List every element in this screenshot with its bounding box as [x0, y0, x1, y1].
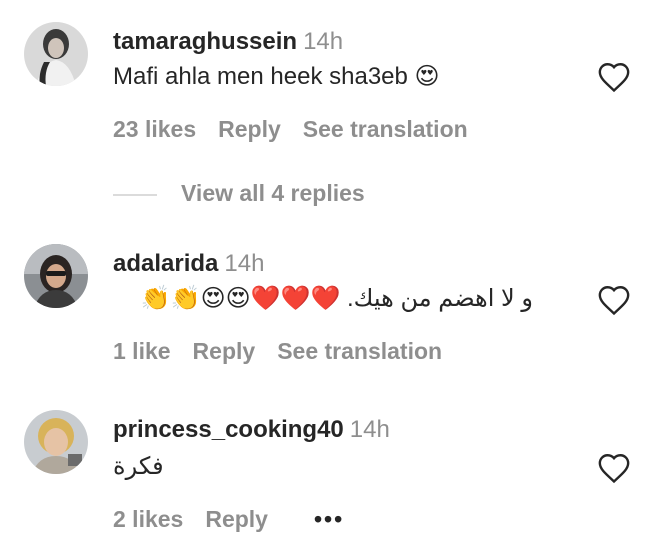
comment-text: فكرة: [113, 453, 164, 480]
heart-outline-icon[interactable]: [597, 284, 631, 316]
comment-text: Mafi ahla men heek sha3eb 😍: [113, 63, 440, 90]
reply-button[interactable]: Reply: [205, 506, 268, 532]
reply-button[interactable]: Reply: [193, 338, 256, 364]
more-options-icon[interactable]: •••: [314, 506, 344, 532]
view-replies-button[interactable]: View all 4 replies: [113, 180, 365, 207]
username[interactable]: princess_cooking40: [113, 416, 344, 443]
view-replies-label[interactable]: View all 4 replies: [181, 180, 365, 206]
likes-count[interactable]: 2 likes: [113, 506, 183, 532]
see-translation-link[interactable]: See translation: [303, 116, 468, 142]
timestamp[interactable]: 14h: [224, 250, 264, 277]
username[interactable]: tamaraghussein: [113, 28, 297, 55]
reply-button[interactable]: Reply: [218, 116, 281, 142]
likes-count[interactable]: 1 like: [113, 338, 171, 364]
likes-count[interactable]: 23 likes: [113, 116, 196, 142]
see-translation-link[interactable]: See translation: [277, 338, 442, 364]
heart-outline-icon[interactable]: [597, 61, 631, 93]
timestamp[interactable]: 14h: [350, 416, 390, 443]
heart-outline-icon[interactable]: [597, 452, 631, 484]
avatar[interactable]: [24, 410, 88, 474]
avatar[interactable]: [24, 244, 88, 308]
username[interactable]: adalarida: [113, 250, 218, 277]
comment-text: و لا اهضم من هيك. ❤️❤️❤️😍😍👏👏: [140, 285, 533, 312]
avatar[interactable]: [24, 22, 88, 86]
replies-divider: [113, 193, 157, 196]
timestamp[interactable]: 14h: [303, 28, 343, 55]
